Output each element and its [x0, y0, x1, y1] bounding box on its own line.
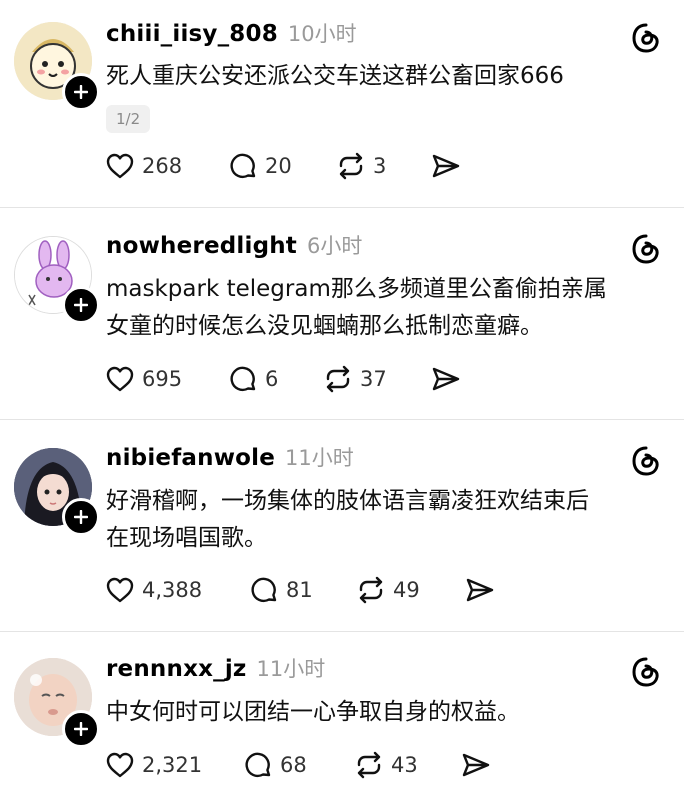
heart-icon [106, 577, 134, 603]
threads-logo-icon[interactable] [630, 445, 662, 477]
comment-icon [230, 153, 256, 179]
heart-icon [106, 153, 134, 179]
post-time: 11小时 [285, 446, 354, 470]
thread-post: chiii_iisy_808 10小时 死人重庆公安还派公交车送这群公畜回家66… [0, 0, 684, 207]
reply-count: 68 [280, 753, 307, 777]
post-text: 好滑稽啊，一场集体的肢体语言霸凌狂欢结束后 在现场唱国歌。 [106, 483, 666, 557]
post-text: 死人重庆公安还派公交车送这群公畜回家666 [106, 58, 666, 95]
post-time: 11小时 [256, 657, 326, 681]
send-icon [432, 367, 460, 391]
share-button[interactable] [460, 747, 492, 783]
like-count: 4,388 [142, 578, 203, 602]
thread-post: rennnxx_jz 11小时 中女何时可以团结一心争取自身的权益。 2,321… [0, 632, 684, 800]
heart-icon [106, 366, 134, 392]
like-count: 695 [142, 367, 183, 391]
like-button[interactable]: 695 [104, 361, 182, 397]
reply-button[interactable]: 81 [248, 572, 313, 608]
post-header: chiii_iisy_808 10小时 [106, 18, 357, 52]
reply-button[interactable]: 68 [242, 747, 307, 783]
post-text-line: 在现场唱国歌。 [106, 525, 267, 551]
reply-button[interactable]: 6 [227, 361, 278, 397]
post-time: 10小时 [287, 22, 357, 46]
threads-logo-icon[interactable] [630, 656, 662, 688]
repost-count: 43 [391, 753, 418, 777]
like-count: 268 [142, 154, 183, 178]
repost-icon [339, 152, 363, 180]
repost-button[interactable]: 43 [353, 747, 418, 783]
post-text-line: 中女何时可以团结一心争取自身的权益。 [106, 699, 520, 725]
like-button[interactable]: 268 [104, 148, 182, 184]
follow-button[interactable] [62, 498, 100, 536]
post-header: nibiefanwole 11小时 [106, 442, 354, 476]
reply-count: 6 [265, 367, 279, 391]
send-icon [462, 753, 490, 777]
repost-count: 3 [373, 154, 387, 178]
repost-icon [326, 365, 350, 393]
username[interactable]: nowheredlight [106, 233, 297, 259]
like-button[interactable]: 4,388 [104, 572, 202, 608]
username[interactable]: chiii_iisy_808 [106, 21, 278, 47]
repost-count: 37 [360, 367, 387, 391]
threads-logo-icon[interactable] [630, 233, 662, 265]
comment-icon [230, 366, 256, 392]
like-count: 2,321 [142, 753, 203, 777]
thread-post: nibiefanwole 11小时 好滑稽啊，一场集体的肢体语言霸凌狂欢结束后 … [0, 420, 684, 630]
follow-button[interactable] [62, 286, 100, 324]
repost-count: 49 [393, 578, 420, 602]
repost-button[interactable]: 49 [355, 572, 420, 608]
post-text-line: 好滑稽啊，一场集体的肢体语言霸凌狂欢结束后 [106, 488, 589, 514]
repost-button[interactable]: 3 [335, 148, 386, 184]
post-text-line: 女童的时候怎么没见蝈蝻那么抵制恋童癖。 [106, 313, 543, 339]
username[interactable]: rennnxx_jz [106, 656, 247, 682]
plus-icon [74, 722, 88, 736]
post-header: nowheredlight 6小时 [106, 230, 362, 264]
plus-icon [74, 510, 88, 524]
post-text: 中女何时可以团结一心争取自身的权益。 [106, 694, 666, 731]
username[interactable]: nibiefanwole [106, 445, 275, 471]
plus-icon [74, 298, 88, 312]
post-text: maskpark telegram那么多频道里公畜偷拍亲属 女童的时候怎么没见蝈… [106, 271, 666, 345]
post-header: rennnxx_jz 11小时 [106, 653, 325, 687]
comment-icon [251, 577, 277, 603]
like-button[interactable]: 2,321 [104, 747, 202, 783]
send-icon [432, 154, 460, 178]
post-text-line: maskpark telegram那么多频道里公畜偷拍亲属 [106, 276, 607, 302]
post-time: 6小时 [307, 234, 363, 258]
repost-icon [357, 751, 381, 779]
send-icon [466, 578, 494, 602]
follow-button[interactable] [62, 710, 100, 748]
reply-count: 20 [265, 154, 292, 178]
reply-button[interactable]: 20 [227, 148, 292, 184]
image-pager-badge[interactable]: 1/2 [106, 105, 151, 133]
heart-icon [106, 752, 134, 778]
reply-count: 81 [286, 578, 313, 602]
plus-icon [74, 85, 88, 99]
follow-button[interactable] [62, 73, 100, 111]
post-text-line: 死人重庆公安还派公交车送这群公畜回家666 [106, 63, 564, 89]
threads-logo-icon[interactable] [630, 22, 662, 54]
share-button[interactable] [464, 572, 496, 608]
thread-post: nowheredlight 6小时 maskpark telegram那么多频道… [0, 208, 684, 418]
comment-icon [245, 752, 271, 778]
share-button[interactable] [430, 148, 462, 184]
repost-button[interactable]: 37 [322, 361, 387, 397]
share-button[interactable] [430, 361, 462, 397]
repost-icon [359, 576, 383, 604]
